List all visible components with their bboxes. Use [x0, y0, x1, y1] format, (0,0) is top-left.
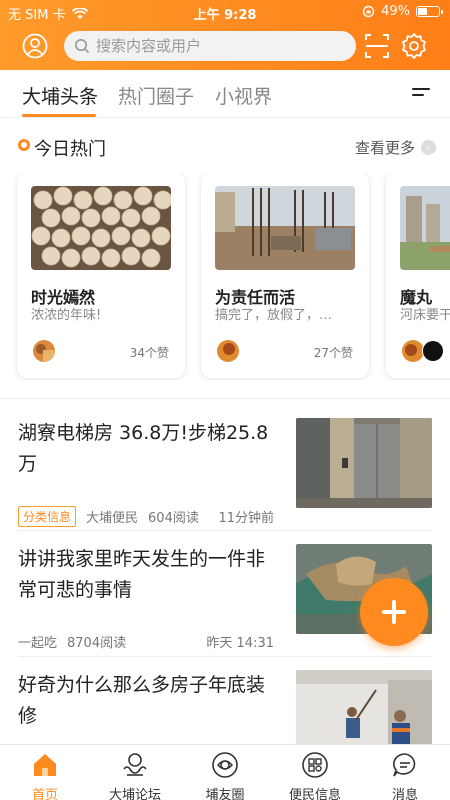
bottom-nav: 首页 大埔论坛 埔友圈 便民信息 消息	[0, 744, 450, 800]
avatar	[33, 340, 55, 362]
user-icon[interactable]	[22, 33, 48, 59]
hot-card-subtitle: 浓浓的年味!	[31, 308, 102, 323]
nav-item-label: 消息	[391, 788, 418, 800]
tab-hot-circles[interactable]: 热门圈子	[118, 82, 194, 109]
rotation-lock-icon	[362, 5, 375, 18]
nav-item-label: 埔友圈	[205, 788, 245, 800]
nav-item-messages[interactable]: 消息	[360, 749, 450, 800]
hot-section-title: 今日热门	[34, 139, 106, 160]
nav-item-home[interactable]: 首页	[0, 749, 90, 800]
feed-item-title: 好奇为什么那么多房子年底装修	[18, 674, 266, 727]
feed-item-meta: 分类信息 大埔便民 604阅读 11分钟前	[18, 506, 284, 527]
feed-item-time: 昨天 14:31	[206, 636, 274, 651]
circle-icon	[212, 752, 238, 778]
menu-icon[interactable]	[412, 88, 430, 102]
hot-card-likes: 27个赞	[313, 346, 353, 360]
nav-item-info[interactable]: 便民信息	[270, 749, 360, 800]
chevron-right-icon: ›	[421, 140, 436, 155]
forum-icon	[123, 753, 147, 776]
battery-fill	[418, 8, 427, 15]
hot-card[interactable]: 魔丸 河床要干	[386, 172, 450, 378]
hot-section-header: 今日热门 查看更多 ›	[18, 135, 436, 160]
hot-dot-icon	[18, 139, 30, 151]
hot-card-image	[215, 186, 355, 270]
gear-icon[interactable]	[400, 32, 428, 60]
battery-percent: 49%	[381, 4, 410, 19]
hot-card-subtitle: 河床要干	[400, 308, 450, 323]
feed-divider	[18, 656, 432, 657]
search-icon	[75, 39, 90, 54]
feed-item[interactable]: 湖寮电梯房 36.8万!步梯25.8万 分类信息 大埔便民 604阅读 11分钟…	[18, 418, 432, 542]
nav-item-label: 大埔论坛	[108, 788, 161, 800]
nav-item-label: 便民信息	[288, 788, 341, 800]
feed-item-meta: 一起吃 8704阅读 昨天 14:31	[18, 632, 284, 651]
app-header: 无 SIM 卡 上午 9:28 49%	[0, 0, 450, 70]
top-bar	[0, 28, 450, 64]
battery-icon	[416, 6, 443, 17]
hot-card-image	[31, 186, 171, 270]
feed-item-title: 湖寮电梯房 36.8万!步梯25.8万	[18, 422, 269, 475]
feed-item-reads: 8704阅读	[67, 636, 127, 651]
hot-card[interactable]: 为责任而活 搞完了，放假了，… 27个赞	[201, 172, 369, 378]
view-more-label: 查看更多	[354, 139, 415, 157]
hot-card-subtitle: 搞完了，放假了，…	[215, 308, 333, 323]
feed-item-reads: 604阅读	[148, 511, 199, 526]
category-tag: 分类信息	[18, 506, 77, 527]
nav-item-label: 首页	[31, 788, 58, 800]
avatar	[422, 340, 444, 362]
apps-icon	[302, 752, 328, 778]
hot-card[interactable]: 时光嫣然 浓浓的年味! 34个赞	[17, 172, 185, 378]
feed-item-title: 讲讲我家里昨天发生的一件非常可悲的事情	[18, 548, 266, 601]
tab-bar: 大埔头条 热门圈子 小视界	[0, 70, 450, 118]
feed-item-source: 一起吃	[18, 636, 58, 651]
hot-card-likes: 34个赞	[129, 346, 169, 360]
add-post-button[interactable]	[360, 578, 428, 646]
feed-item-source: 大埔便民	[86, 511, 139, 526]
feed-item-thumbnail	[296, 418, 432, 508]
home-icon	[34, 754, 56, 776]
avatar	[217, 340, 239, 362]
tab-headlines[interactable]: 大埔头条	[22, 82, 98, 109]
tab-small-vision[interactable]: 小视界	[215, 82, 272, 109]
feed-item-time: 11分钟前	[218, 511, 274, 526]
view-more-link[interactable]: 查看更多 ›	[355, 137, 436, 158]
status-bar: 无 SIM 卡 上午 9:28 49%	[0, 0, 450, 24]
hot-card-image	[400, 186, 450, 270]
scan-icon[interactable]	[364, 32, 390, 60]
feed-divider	[18, 530, 432, 531]
hot-cards-carousel[interactable]: 时光嫣然 浓浓的年味! 34个赞 为责任而活 搞完了，放假了，… 27个赞 魔丸…	[0, 172, 450, 380]
search-input[interactable]	[96, 37, 336, 55]
tab-indicator	[22, 114, 96, 117]
search-bar[interactable]	[64, 31, 356, 61]
avatar	[402, 340, 424, 362]
section-divider	[0, 398, 450, 399]
nav-item-circle[interactable]: 埔友圈	[180, 749, 270, 800]
message-icon	[393, 753, 416, 777]
status-right: 49%	[362, 4, 443, 19]
nav-item-forum[interactable]: 大埔论坛	[90, 749, 180, 800]
